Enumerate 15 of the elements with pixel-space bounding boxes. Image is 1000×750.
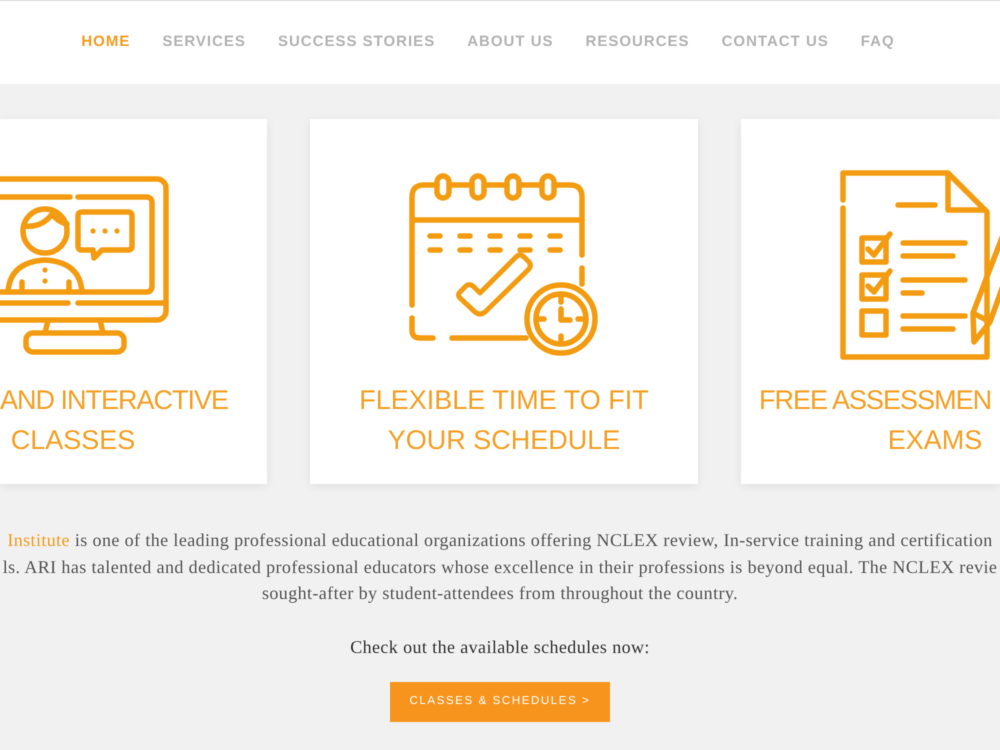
nav-link[interactable]: RESOURCES: [586, 31, 690, 54]
nav-link[interactable]: HOME: [81, 31, 130, 54]
card-title: FREE ASSESSMEN EXAMS: [758, 384, 992, 457]
nav-link[interactable]: ABOUT US: [467, 31, 554, 54]
intro-paragraph: Institute is one of the leading professional educational organizations offering NCLEX review, In-service training and certification ls. ARI has talented and dedicated professional educators whose excellence in their professions is beyond equal. The NCLEX revie sought-after by student-attendees from throughout the country.: [2, 529, 998, 605]
card-title: AND INTERACTIVE CLASSES: [0, 384, 230, 457]
schedule-prompt: Check out the available schedules now:: [350, 636, 650, 658]
nav-link[interactable]: FAQ: [860, 31, 895, 54]
checklist-pencil-icon: [838, 168, 1000, 360]
nav-link[interactable]: SUCCESS STORIES: [278, 31, 436, 54]
classes-schedules-button[interactable]: CLASSES & SCHEDULES >: [390, 682, 610, 722]
institute-link[interactable]: Institute: [7, 530, 70, 550]
nav-link[interactable]: SERVICES: [162, 31, 246, 54]
nav-link[interactable]: CONTACT US: [722, 31, 829, 54]
card-title: FLEXIBLE TIME TO FIT YOUR SCHEDULE: [358, 384, 650, 457]
